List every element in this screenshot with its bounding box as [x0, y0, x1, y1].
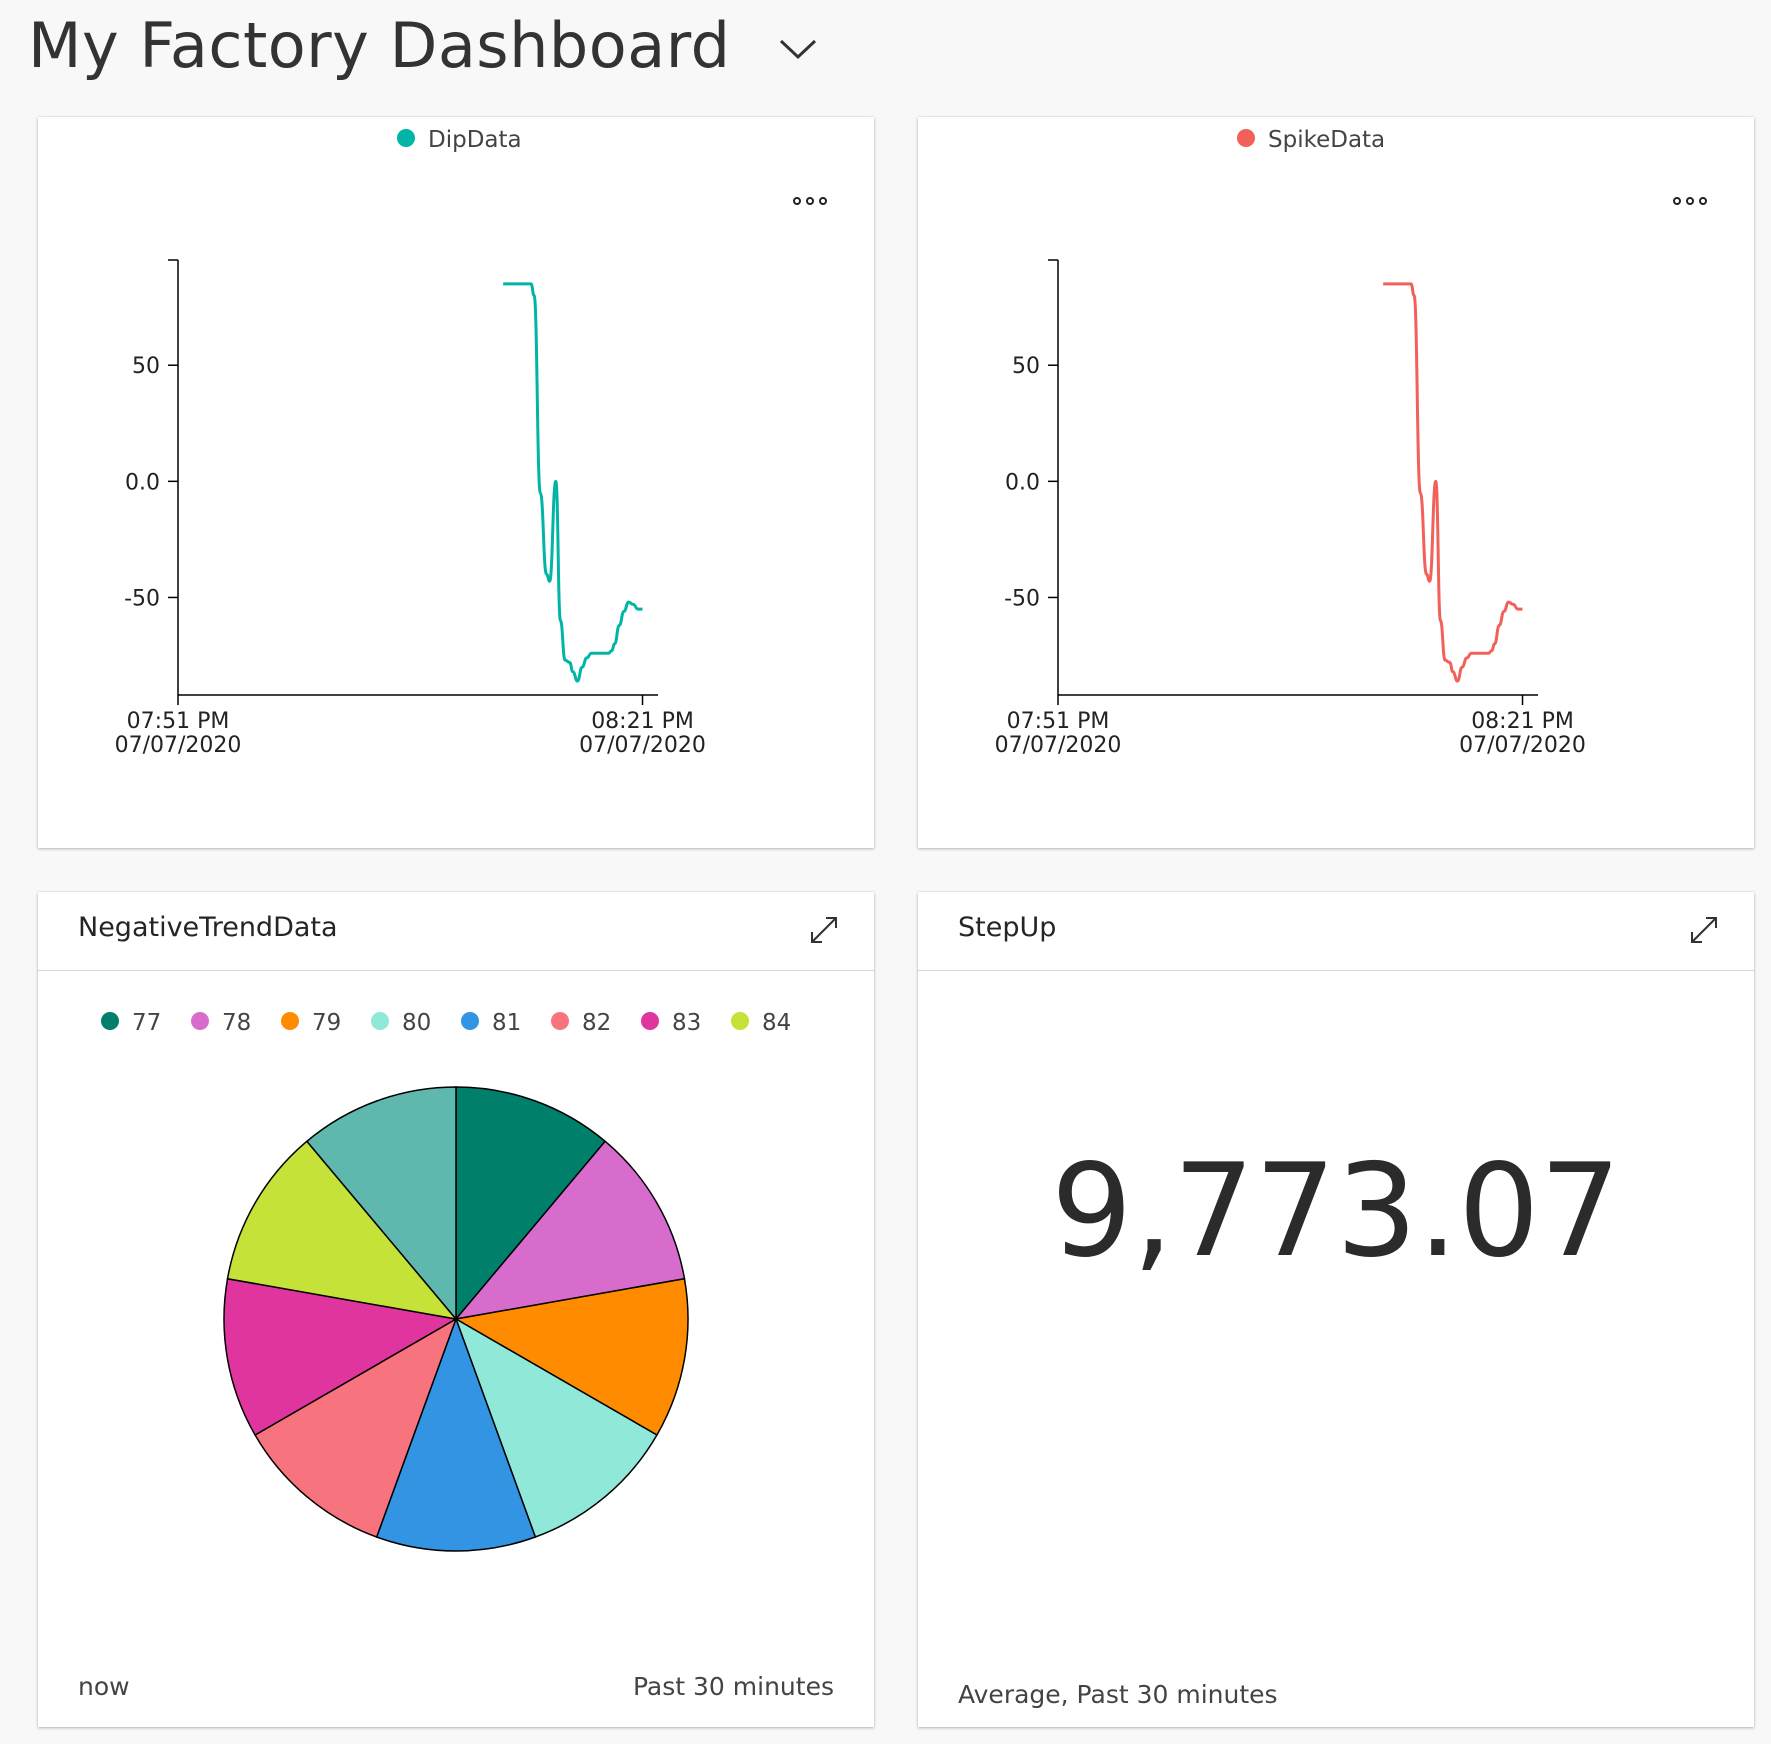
kpi-footer: Average, Past 30 minutes [958, 1680, 1278, 1709]
x-tick-date: 07/07/2020 [115, 733, 242, 758]
legend-label: 84 [762, 1010, 791, 1036]
series-line-dipdata[interactable] [503, 282, 643, 683]
y-tick-label: -50 [124, 586, 160, 611]
legend-label: 82 [582, 1010, 611, 1036]
legend-swatch [191, 1012, 209, 1030]
legend-item-82[interactable]: 82 [551, 1010, 611, 1036]
more-options-icon[interactable] [793, 197, 827, 205]
legend-item-81[interactable]: 81 [461, 1010, 521, 1036]
negative-trend-pie-chart: 77 78 79 80 81 82 83 84 [101, 1010, 791, 1552]
legend-item-77[interactable]: 77 [101, 1010, 161, 1036]
legend-swatch [551, 1012, 569, 1030]
legend-item-78[interactable]: 78 [191, 1010, 251, 1036]
chevron-down-icon[interactable] [778, 37, 818, 61]
legend-swatch [461, 1012, 479, 1030]
legend-swatch-dipdata [397, 129, 415, 147]
legend-swatch [731, 1012, 749, 1030]
dashboard-title: My Factory Dashboard [28, 8, 731, 82]
y-tick-label: 50 [1012, 354, 1040, 379]
x-tick-time: 08:21 PM [1471, 709, 1574, 734]
legend-label-dipdata: DipData [428, 127, 522, 153]
legend-item-83[interactable]: 83 [641, 1010, 701, 1036]
legend-label: 81 [492, 1010, 521, 1036]
legend-swatch-spikedata [1237, 129, 1255, 147]
more-options-icon[interactable] [1673, 197, 1707, 205]
legend-swatch [371, 1012, 389, 1030]
legend-label: 77 [132, 1010, 161, 1036]
expand-icon[interactable] [1688, 914, 1720, 946]
y-tick-label: 0.0 [125, 470, 160, 495]
legend-swatch [641, 1012, 659, 1030]
legend-label: 80 [402, 1010, 431, 1036]
legend-label-spikedata: SpikeData [1268, 127, 1385, 153]
y-tick-label: 0.0 [1005, 470, 1040, 495]
legend-label: 83 [672, 1010, 701, 1036]
spike-line-chart: SpikeData 500.0-5007:51 PM07/07/202008:2… [995, 127, 1707, 758]
legend-label: 79 [312, 1010, 341, 1036]
legend: SpikeData [1237, 127, 1385, 153]
negative-trend-tile: NegativeTrendData 77 78 79 80 81 82 83 84 now P… [38, 892, 874, 1727]
x-tick-time: 07:51 PM [1007, 709, 1110, 734]
x-tick-date: 07/07/2020 [579, 733, 706, 758]
legend-label: 78 [222, 1010, 251, 1036]
legend-item-84[interactable]: 84 [731, 1010, 791, 1036]
kpi-value: 9,773.07 [1051, 1137, 1621, 1286]
legend-swatch [281, 1012, 299, 1030]
dip-line-chart: DipData 500.0-5007:51 PM07/07/202008:21 … [115, 127, 827, 758]
dashboard-header: My Factory Dashboard [28, 0, 818, 90]
tile-header: StepUp [918, 892, 1754, 971]
legend-item-80[interactable]: 80 [371, 1010, 431, 1036]
footer-now: now [78, 1672, 130, 1701]
step-up-tile: StepUp 9,773.07 Average, Past 30 minutes [918, 892, 1754, 1727]
spike-data-tile: SpikeData 50 0.0 -50 07:51 PM 07/07/2020 08:2… [918, 117, 1754, 848]
legend-swatch [101, 1012, 119, 1030]
y-tick-label: -50 [1004, 586, 1040, 611]
y-tick-label: 50 [132, 354, 160, 379]
tile-title: StepUp [958, 912, 1057, 943]
legend-item-79[interactable]: 79 [281, 1010, 341, 1036]
x-tick-time: 07:51 PM [127, 709, 230, 734]
x-tick-time: 08:21 PM [591, 709, 694, 734]
x-tick-date: 07/07/2020 [995, 733, 1122, 758]
footer-range: Past 30 minutes [632, 1672, 834, 1701]
series-line-spikedata[interactable] [1383, 282, 1523, 683]
legend: DipData [397, 127, 522, 153]
dip-data-tile: DipData 50 0.0 -50 07:51 PM 07/07/2020 08:21 … [38, 117, 874, 848]
x-tick-date: 07/07/2020 [1459, 733, 1586, 758]
